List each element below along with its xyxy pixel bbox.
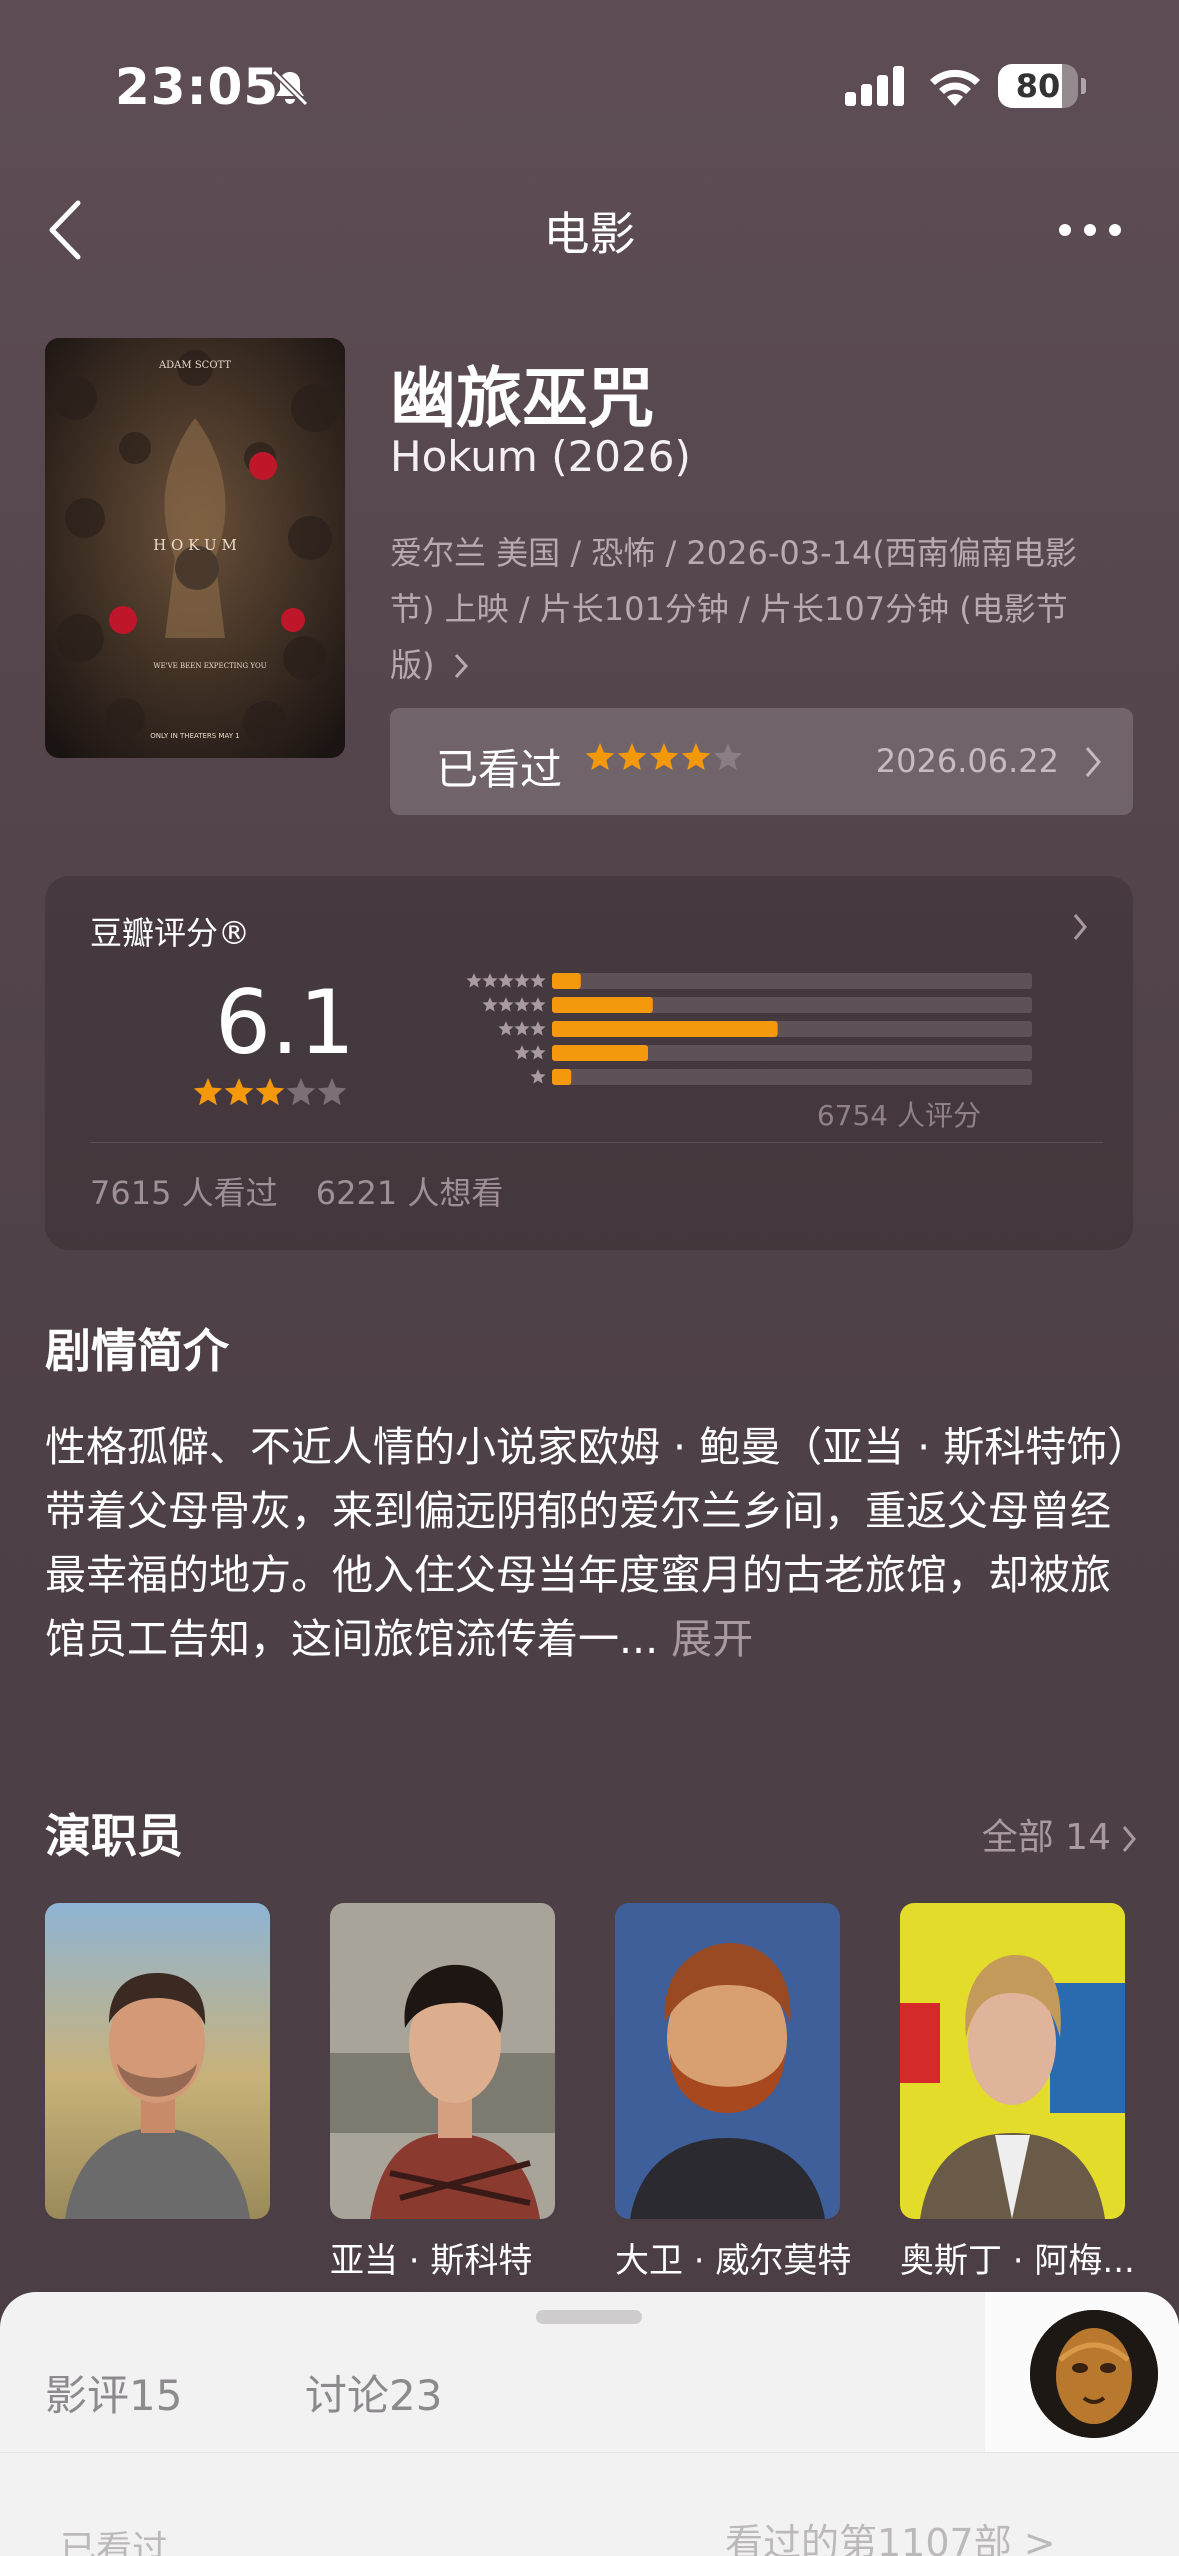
chevron-right-icon (1122, 1826, 1136, 1852)
cast-title: 演职员 (45, 1809, 183, 1863)
cast-name: 奥斯丁 · 阿梅... (900, 2241, 1135, 2281)
movie-title-cn: 幽旅巫咒 (390, 360, 654, 437)
star-level-icon (530, 997, 546, 1012)
star-filled-icon (617, 743, 647, 771)
star-filled-icon (649, 743, 679, 771)
star-filled-icon (193, 1078, 223, 1106)
battery-indicator: 80 (998, 64, 1078, 108)
bell-muted-icon (271, 69, 309, 107)
cast-photo (45, 1903, 270, 2219)
star-level-icon (530, 1021, 546, 1036)
want-count: 6221 人想看 (315, 1174, 504, 1212)
watched-label: 已看过 (436, 745, 563, 794)
rating-bar-track (552, 1069, 1032, 1085)
expand-link[interactable]: 展开 (671, 1615, 753, 1663)
tab-discussions[interactable]: 讨论23 (305, 2362, 442, 2423)
star-level-icon (498, 997, 514, 1012)
divider (0, 2452, 1179, 2453)
watched-date: 2026.06.22 (875, 742, 1059, 780)
cast-member-card[interactable]: 亚当 · 斯科特 (330, 1903, 555, 2282)
rating-card-title: 豆瓣评分® (90, 914, 251, 952)
cast-member-card[interactable] (45, 1903, 270, 2233)
more-options-icon[interactable] (1055, 210, 1125, 250)
watched-footer-label: 已看过 (60, 2529, 169, 2556)
rating-bar-track (552, 973, 1032, 989)
synopsis-text[interactable]: 性格孤僻、不近人情的小说家欧姆 · 鲍曼（亚当 · 斯科特饰）带着父母骨灰，来到… (45, 1415, 1145, 1671)
rating-stars (193, 1078, 347, 1106)
star-filled-icon (224, 1078, 254, 1106)
cast-name: 大卫 · 威尔莫特 (615, 2241, 852, 2281)
rating-bar (552, 1021, 778, 1037)
cast-photo (900, 1903, 1125, 2219)
star-filled-icon (255, 1078, 285, 1106)
divider (90, 1142, 1103, 1143)
movie-title-en: Hokum (2026) (390, 432, 691, 481)
page-title: 电影 (543, 207, 636, 261)
reviews-bottom-sheet[interactable]: 影评15 讨论23 已看过 看过的第1107部 > (0, 2292, 1179, 2556)
rating-bar (552, 973, 581, 989)
cast-name: 亚当 · 斯科特 (330, 2241, 533, 2281)
poster-release-text: ONLY IN THEATERS MAY 1 (150, 732, 239, 740)
star-filled-icon (681, 743, 711, 771)
star-level-icon (498, 973, 514, 988)
poster-title-text: H O K U M (153, 536, 237, 554)
star-empty-icon (286, 1078, 316, 1106)
star-level-icon (482, 997, 498, 1012)
rating-bar (552, 1069, 572, 1085)
cast-member-card[interactable]: 奥斯丁 · 阿梅... (900, 1903, 1135, 2282)
sheet-drag-handle[interactable] (536, 2310, 642, 2324)
cast-member-card[interactable]: 大卫 · 威尔莫特 (615, 1903, 852, 2282)
synopsis-title: 剧情简介 (45, 1324, 229, 1378)
star-level-icon (514, 973, 530, 988)
douban-rating-card[interactable]: 豆瓣评分® 6.1 6754 人评分 7615 人看过 6221 人想看 (45, 876, 1133, 1250)
star-level-icon (530, 973, 546, 988)
movie-poster[interactable]: ADAM SCOTT H O K U M WE'VE BEEN EXPECTIN… (45, 338, 345, 758)
star-level-icon (530, 1045, 546, 1060)
star-level-icon (530, 1069, 546, 1084)
battery-level: 80 (1015, 67, 1061, 105)
star-level-icon (514, 1045, 530, 1060)
chevron-right-icon (1085, 747, 1101, 777)
star-level-icon (514, 1021, 530, 1036)
movie-meta[interactable]: 爱尔兰 美国 / 恐怖 / 2026-03-14(西南偏南电影节) 上映 / 片… (390, 525, 1110, 693)
star-filled-icon (585, 743, 615, 771)
my-rating-stars (585, 743, 743, 771)
star-level-icon (514, 997, 530, 1012)
chevron-right-icon (454, 653, 468, 679)
tab-reviews[interactable]: 影评15 (45, 2362, 182, 2423)
rating-count: 6754 人评分 (816, 1099, 981, 1132)
star-empty-icon (317, 1078, 347, 1106)
status-time: 23:05 (115, 58, 280, 116)
rating-bar (552, 997, 653, 1013)
watched-count-footer[interactable]: 看过的第1107部 > (725, 2512, 1056, 2556)
user-avatar[interactable] (1030, 2310, 1158, 2438)
poster-image: ADAM SCOTT H O K U M WE'VE BEEN EXPECTIN… (45, 338, 345, 758)
star-empty-icon (713, 743, 743, 771)
wifi-icon (930, 69, 980, 106)
poster-actor-text: ADAM SCOTT (158, 360, 231, 371)
watched-status-button[interactable]: 已看过 2026.06.22 (390, 708, 1133, 815)
star-level-icon (466, 973, 482, 988)
cast-all-link[interactable]: 全部 14 (982, 1808, 1137, 1860)
cast-photo (615, 1903, 840, 2219)
watched-count: 7615 人看过 (90, 1174, 278, 1212)
watch-stats: 7615 人看过 6221 人想看 (90, 1168, 531, 1214)
star-level-icon (498, 1021, 514, 1036)
cast-all-label: 全部 14 (981, 1817, 1111, 1858)
rating-distribution (466, 973, 1032, 1085)
rating-score: 6.1 (215, 971, 355, 1074)
synopsis-body: 性格孤僻、不近人情的小说家欧姆 · 鲍曼（亚当 · 斯科特饰）带着父母骨灰，来到… (45, 1423, 1128, 1663)
rating-bar (552, 1045, 648, 1061)
movie-meta-text: 爱尔兰 美国 / 恐怖 / 2026-03-14(西南偏南电影节) 上映 / 片… (390, 534, 1077, 684)
chevron-right-icon (1073, 914, 1087, 940)
cellular-signal-icon (845, 66, 904, 106)
status-bar: 23:05 80 (0, 0, 1179, 170)
star-level-icon (482, 973, 498, 988)
battery-tip (1081, 78, 1086, 94)
poster-tagline-text: WE'VE BEEN EXPECTING YOU (153, 662, 266, 670)
cast-photo (330, 1903, 555, 2219)
